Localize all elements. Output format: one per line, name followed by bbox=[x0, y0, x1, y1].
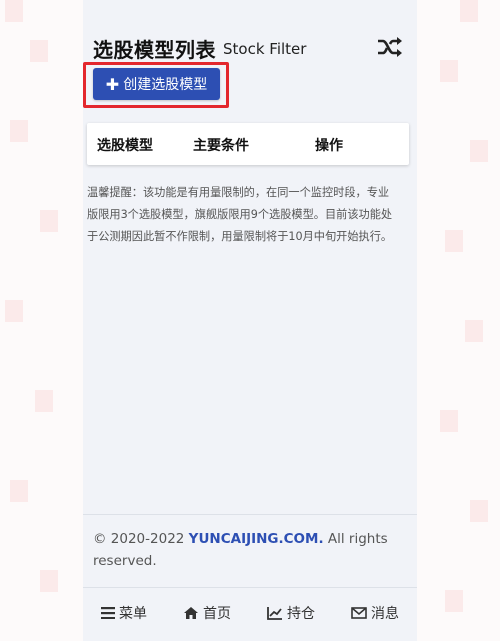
menu-icon bbox=[101, 607, 115, 619]
nav-label: 消息 bbox=[371, 606, 399, 622]
nav-label: 持仓 bbox=[287, 606, 315, 622]
bottom-nav: 菜单 首页 持仓 消息 bbox=[83, 600, 417, 626]
table-header-model: 选股模型 bbox=[97, 138, 153, 154]
shuffle-icon[interactable] bbox=[377, 36, 403, 58]
usage-notice: 温馨提醒：该功能是有用量限制的，在同一个监控时段，专业 版限用3个选股模型，旗舰… bbox=[87, 182, 409, 248]
page-header: 选股模型列表 Stock Filter bbox=[93, 34, 407, 64]
nav-item-home[interactable]: 首页 bbox=[183, 603, 231, 623]
nav-item-messages[interactable]: 消息 bbox=[351, 603, 399, 623]
phone-screen: 选股模型列表 Stock Filter ✚ 创建选股模型 选股模型 主要条件 操… bbox=[83, 0, 417, 641]
home-icon bbox=[183, 606, 199, 620]
page-title: 选股模型列表 bbox=[93, 38, 216, 62]
rights-text-2: reserved. bbox=[93, 553, 157, 569]
brand-link[interactable]: YUNCAIJING.COM. bbox=[189, 531, 324, 547]
notice-line: 温馨提醒：该功能是有用量限制的，在同一个监控时段，专业 bbox=[87, 186, 390, 199]
footer-divider bbox=[83, 514, 417, 515]
nav-divider bbox=[83, 587, 417, 588]
envelope-icon bbox=[351, 607, 367, 619]
table-header-conditions: 主要条件 bbox=[193, 138, 249, 154]
create-model-label: 创建选股模型 bbox=[123, 77, 208, 93]
notice-line: 版限用3个选股模型，旗舰版限用9个选股模型。目前该功能处 bbox=[87, 208, 393, 221]
copyright: © 2020-2022 YUNCAIJING.COM. All rights r… bbox=[93, 528, 407, 572]
table-header-actions: 操作 bbox=[315, 138, 343, 154]
model-table: 选股模型 主要条件 操作 bbox=[87, 123, 409, 165]
notice-line: 于公测期因此暂不作限制，用量限制将于10月中旬开始执行。 bbox=[87, 230, 393, 243]
rights-text: All rights bbox=[323, 531, 388, 547]
chart-line-icon bbox=[267, 606, 283, 620]
copyright-prefix: © 2020-2022 bbox=[93, 531, 189, 547]
nav-label: 首页 bbox=[203, 606, 231, 622]
nav-label: 菜单 bbox=[119, 606, 147, 622]
nav-item-menu[interactable]: 菜单 bbox=[101, 603, 147, 623]
create-model-button[interactable]: ✚ 创建选股模型 bbox=[93, 68, 220, 100]
nav-item-holdings[interactable]: 持仓 bbox=[267, 603, 315, 623]
plus-icon: ✚ bbox=[105, 74, 120, 94]
page-subtitle: Stock Filter bbox=[223, 40, 307, 58]
